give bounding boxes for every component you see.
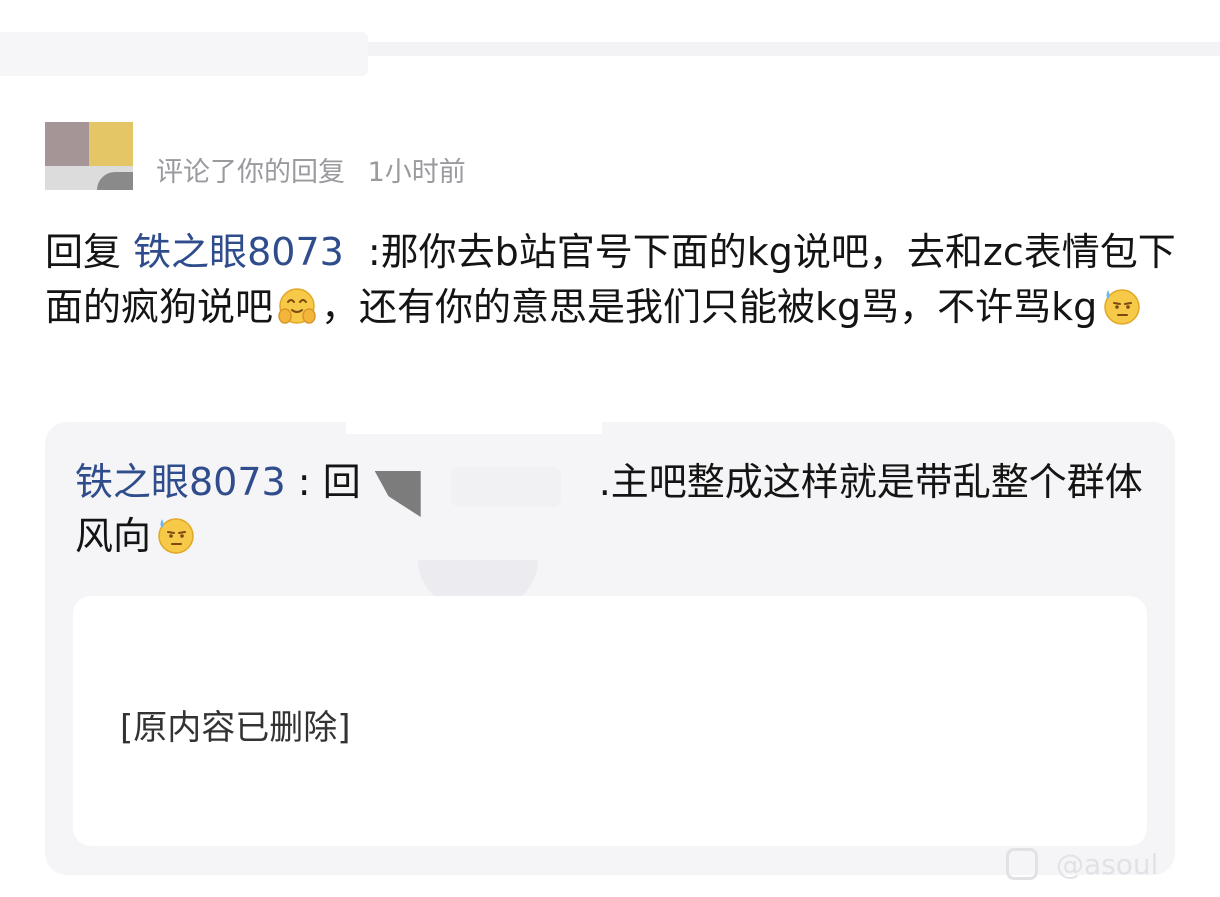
notification-action: 评论了你的回复: [156, 157, 345, 188]
watermark: @asoul: [1006, 846, 1158, 882]
smiling-face-with-hands-icon: [278, 288, 316, 324]
mention-link[interactable]: 铁之眼8073: [133, 230, 344, 274]
redacted-header-area: [0, 32, 368, 76]
avatar-mosaic-tile: [45, 122, 89, 166]
avatar[interactable]: [45, 122, 133, 190]
notification-meta: 评论了你的回复 1小时前: [156, 150, 466, 189]
reply-text-part: ，还有你的意思是我们只能被kg骂，不许骂kg: [321, 285, 1098, 329]
watermark-text: @asoul: [1056, 847, 1159, 881]
redaction-mask: [346, 414, 602, 434]
quoted-author[interactable]: 铁之眼8073: [75, 460, 286, 504]
sweat-face-icon: [158, 518, 194, 554]
quoted-comment: 铁之眼8073 : 回 .主吧整成这样就是带乱整个群体风向: [75, 455, 1145, 563]
reply-content: 回复 铁之眼8073:那你去b站官号下面的kg说吧，去和zc表情包下面的疯狗说吧…: [45, 225, 1195, 335]
deleted-notice: [原内容已删除]: [120, 708, 351, 748]
timestamp: 1小时前: [367, 157, 466, 188]
app-logo-icon: [1006, 848, 1038, 880]
reply-prefix: 回复: [45, 230, 122, 274]
sweat-face-icon: [1104, 289, 1141, 325]
avatar-mosaic-tile: [89, 122, 133, 166]
redacted-text: [361, 463, 599, 517]
quoted-separator: :: [285, 460, 323, 504]
quoted-text-start: 回: [322, 460, 361, 504]
